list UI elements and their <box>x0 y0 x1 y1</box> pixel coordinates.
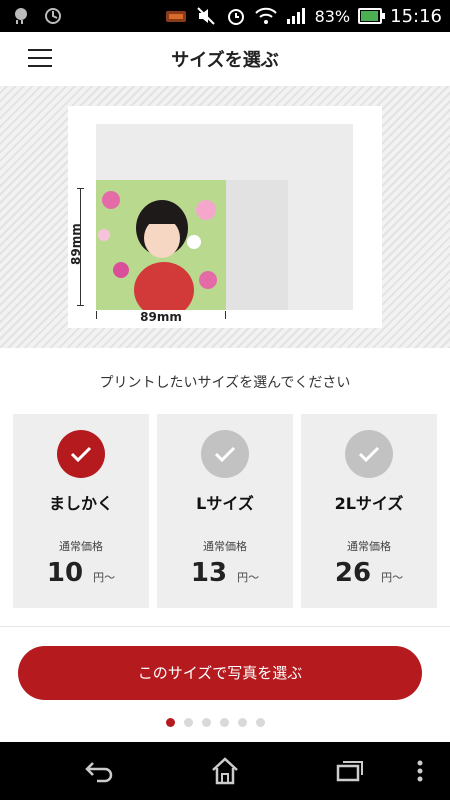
home-icon[interactable] <box>205 754 245 788</box>
price-value: 26 <box>334 558 372 588</box>
status-bar: 83% 15:16 <box>0 0 450 32</box>
clock: 15:16 <box>390 5 442 27</box>
recent-apps-icon[interactable] <box>330 754 370 788</box>
alarm-icon <box>225 5 247 27</box>
check-icon <box>57 430 105 478</box>
app-bar: サイズを選ぶ <box>0 32 450 87</box>
page-dot[interactable] <box>256 718 265 727</box>
size-option-name: Lサイズ <box>196 494 254 513</box>
page-dot[interactable] <box>166 718 175 727</box>
battery-icon <box>358 8 386 24</box>
size-option-2l[interactable]: 2Lサイズ 通常価格 26 円〜 <box>301 414 437 608</box>
size-preview: 89mm 89mm <box>0 86 450 348</box>
overflow-icon[interactable] <box>405 754 435 788</box>
check-icon <box>345 430 393 478</box>
page-title: サイズを選ぶ <box>171 50 279 71</box>
price: 26 円〜 <box>301 558 437 588</box>
size-prompt: プリントしたいサイズを選んでください <box>99 375 351 391</box>
width-label: 89mm <box>140 310 182 324</box>
select-photos-button[interactable]: このサイズで写真を選ぶ <box>18 646 422 700</box>
sample-photo <box>96 180 226 310</box>
price-value: 10 <box>46 558 84 588</box>
price-unit: 円〜 <box>93 571 116 584</box>
page-indicator <box>166 718 265 727</box>
wifi-icon <box>254 5 277 27</box>
system-nav-bar <box>0 742 450 800</box>
price-unit: 円〜 <box>237 571 260 584</box>
check-icon <box>201 430 249 478</box>
price-label: 通常価格 <box>203 540 247 553</box>
size-option-square[interactable]: ましかく 通常価格 10 円〜 <box>13 414 149 608</box>
page-dot[interactable] <box>184 718 193 727</box>
price-label: 通常価格 <box>347 540 391 553</box>
preview-card: 89mm 89mm <box>68 106 382 328</box>
size-option-name: 2Lサイズ <box>334 494 404 513</box>
signal-icon <box>285 5 307 27</box>
page-dot[interactable] <box>238 718 247 727</box>
sync-icon <box>42 5 64 27</box>
notification-icon <box>165 5 187 27</box>
page-dot[interactable] <box>202 718 211 727</box>
size-options: ましかく 通常価格 10 円〜 Lサイズ 通常価格 13 円〜 2Lサイズ 通常価格… <box>13 414 437 608</box>
price-unit: 円〜 <box>381 571 404 584</box>
height-label: 89mm <box>69 223 83 265</box>
size-option-l[interactable]: Lサイズ 通常価格 13 円〜 <box>157 414 293 608</box>
mute-icon <box>195 5 217 27</box>
battery-percent: 83% <box>314 6 351 26</box>
price-label: 通常価格 <box>59 540 103 553</box>
price: 10 円〜 <box>13 558 149 588</box>
weather-icon <box>10 5 32 27</box>
size-option-name: ましかく <box>48 494 113 513</box>
divider <box>0 626 450 627</box>
back-icon[interactable] <box>80 754 120 788</box>
page-dot[interactable] <box>220 718 229 727</box>
price: 13 円〜 <box>157 558 293 588</box>
price-value: 13 <box>190 558 228 588</box>
